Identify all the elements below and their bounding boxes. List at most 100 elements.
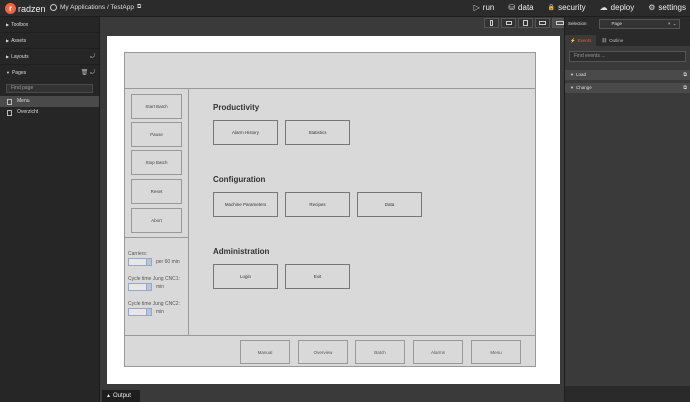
section-pages[interactable]: ▼ Pages 🗑 ⤾ (0, 65, 99, 81)
section-assets[interactable]: ▶ Assets (0, 33, 99, 49)
page-header[interactable] (125, 53, 535, 89)
alarm-history-button[interactable]: Alarm History (213, 120, 278, 145)
section-layouts[interactable]: ▶ Layouts ⤾ (0, 49, 99, 65)
alarms-button[interactable]: Alarms (413, 340, 463, 364)
nav-data[interactable]: ⛁ data (508, 3, 533, 12)
cloud-icon: ☁ (599, 3, 608, 12)
device-tablet-landscape-button[interactable] (535, 18, 550, 28)
tablet-portrait-icon (523, 20, 528, 26)
caret-down-icon: ▼ (570, 72, 574, 77)
pause-button[interactable]: Pause (131, 122, 182, 147)
nav-deploy-label: deploy (610, 3, 635, 12)
machine-parameters-button[interactable]: Machine Parameters (213, 192, 278, 217)
selection-dropdown[interactable]: Page × ⌄ (598, 18, 680, 29)
nav-security-label: security (558, 3, 586, 12)
radzen-logo[interactable]: r radzen (5, 3, 46, 14)
phone-portrait-icon (490, 20, 493, 26)
find-page-input[interactable]: Find page (6, 84, 93, 93)
spinner-arrows-icon[interactable] (146, 309, 151, 315)
cycle-time-cnc1-stepper[interactable] (128, 283, 152, 291)
reset-button[interactable]: Reset (131, 179, 182, 204)
lock-icon: 🔒 (547, 5, 556, 11)
overview-button[interactable]: Overview (298, 340, 348, 364)
logo-text: radzen (18, 3, 46, 14)
exit-button[interactable]: Exit (285, 264, 350, 289)
caret-right-icon: ▶ (6, 38, 10, 43)
find-events-input[interactable]: Find events ... (569, 51, 686, 62)
nav-data-label: data (518, 3, 534, 12)
section-assets-label: Assets (11, 38, 27, 44)
data-button[interactable]: Data (357, 192, 422, 217)
start-batch-button[interactable]: Start Batch (131, 94, 182, 119)
page-sidebar[interactable]: Start Batch Pause Stop Batch Reset Abort… (125, 89, 189, 335)
tab-outline[interactable]: ⛓ Outline (596, 35, 628, 46)
add-layout-icon[interactable]: ⤾ (90, 49, 95, 65)
breadcrumb-text[interactable]: My Applications / TestApp (60, 4, 134, 11)
tab-events[interactable]: ⚡ Events (565, 35, 597, 46)
caret-right-icon: ▶ (6, 54, 10, 59)
batch-button[interactable]: Batch (355, 340, 405, 364)
section-layouts-label: Layouts (11, 54, 29, 60)
device-phone-portrait-button[interactable] (484, 18, 499, 28)
edit-icon[interactable]: ⧉ (683, 83, 687, 93)
nav-settings-label: settings (658, 3, 686, 12)
top-nav: ▷ run ⛁ data 🔒 security ☁ deploy ⚙ setti… (474, 3, 686, 12)
spinner-arrows-icon[interactable] (146, 284, 151, 290)
share-icon[interactable]: ⧉ (137, 4, 141, 11)
nav-run[interactable]: ▷ run (474, 3, 495, 12)
gear-icon: ⚙ (648, 3, 656, 12)
tab-events-label: Events (577, 38, 592, 43)
menu-button[interactable]: Menu (471, 340, 521, 364)
design-canvas[interactable]: Start Batch Pause Stop Batch Reset Abort… (107, 36, 560, 384)
nav-deploy[interactable]: ☁ deploy (600, 3, 635, 12)
cycle-time-cnc2-label: Cycle time Jung CNC2: (128, 301, 180, 307)
edit-icon[interactable]: ⧉ (683, 70, 687, 80)
caret-right-icon: ▶ (6, 22, 10, 27)
close-icon[interactable]: × (668, 20, 671, 28)
phone-landscape-icon (505, 21, 512, 25)
section-toolbox[interactable]: ▶ Toolbox (0, 17, 99, 33)
output-tab[interactable]: ▲ Output (102, 390, 140, 402)
trash-icon[interactable]: 🗑 (81, 70, 89, 76)
event-change[interactable]: ▼ Change ⧉ (565, 83, 690, 93)
statistics-button[interactable]: Statistics (285, 120, 350, 145)
home-icon[interactable] (50, 4, 57, 11)
device-tablet-portrait-button[interactable] (518, 18, 533, 28)
carriers-stepper[interactable] (128, 258, 152, 266)
caret-down-icon: ▼ (6, 70, 10, 75)
divider (125, 237, 189, 238)
event-load-label: Load (575, 72, 586, 77)
left-sidebar: ▶ Toolbox ▶ Assets ▶ Layouts ⤾ ▼ Pages 🗑 ⤾ Fin… (0, 17, 100, 402)
device-phone-landscape-button[interactable] (501, 18, 516, 28)
outline-icon: ⛓ (601, 38, 608, 43)
page-layout[interactable]: Start Batch Pause Stop Batch Reset Abort… (124, 52, 536, 367)
event-load[interactable]: ▼ Load ⧉ (565, 70, 690, 80)
caret-down-icon: ▼ (570, 85, 574, 90)
top-bar: r radzen My Applications / TestApp ⧉ ▷ r… (0, 0, 690, 17)
caret-up-icon: ▲ (106, 393, 111, 399)
page-item-menu[interactable]: Menu (0, 96, 99, 107)
page-footer[interactable]: Manual Overview Batch Alarms Menu (125, 335, 535, 366)
tablet-landscape-icon (539, 21, 546, 25)
spinner-arrows-icon[interactable] (146, 259, 151, 265)
page-item-overzicht[interactable]: Overzicht (0, 107, 99, 118)
cycle-time-cnc1-label: Cycle time Jung CNC1: (128, 276, 180, 282)
abort-button[interactable]: Abort (131, 208, 182, 233)
device-toolbar (484, 18, 567, 28)
lightning-icon: ⚡ (570, 38, 576, 43)
add-page-icon[interactable]: ⤾ (90, 70, 95, 76)
chevron-down-icon[interactable]: ⌄ (673, 20, 677, 28)
stop-batch-button[interactable]: Stop Batch (131, 150, 182, 175)
nav-settings[interactable]: ⚙ settings (648, 3, 686, 12)
recipes-button[interactable]: Recipes (285, 192, 350, 217)
carriers-unit: per 60 min (156, 259, 180, 265)
cycle-time-cnc1-unit: min (156, 284, 165, 290)
cycle-time-cnc2-stepper[interactable] (128, 308, 152, 316)
manual-button[interactable]: Manual (240, 340, 290, 364)
nav-security[interactable]: 🔒 security (548, 3, 586, 12)
desktop-icon (555, 21, 564, 25)
event-change-label: Change (575, 85, 592, 90)
selection-row: Selection Page × ⌄ (565, 17, 690, 30)
selection-label: Selection (568, 21, 587, 26)
login-button[interactable]: Login (213, 264, 278, 289)
